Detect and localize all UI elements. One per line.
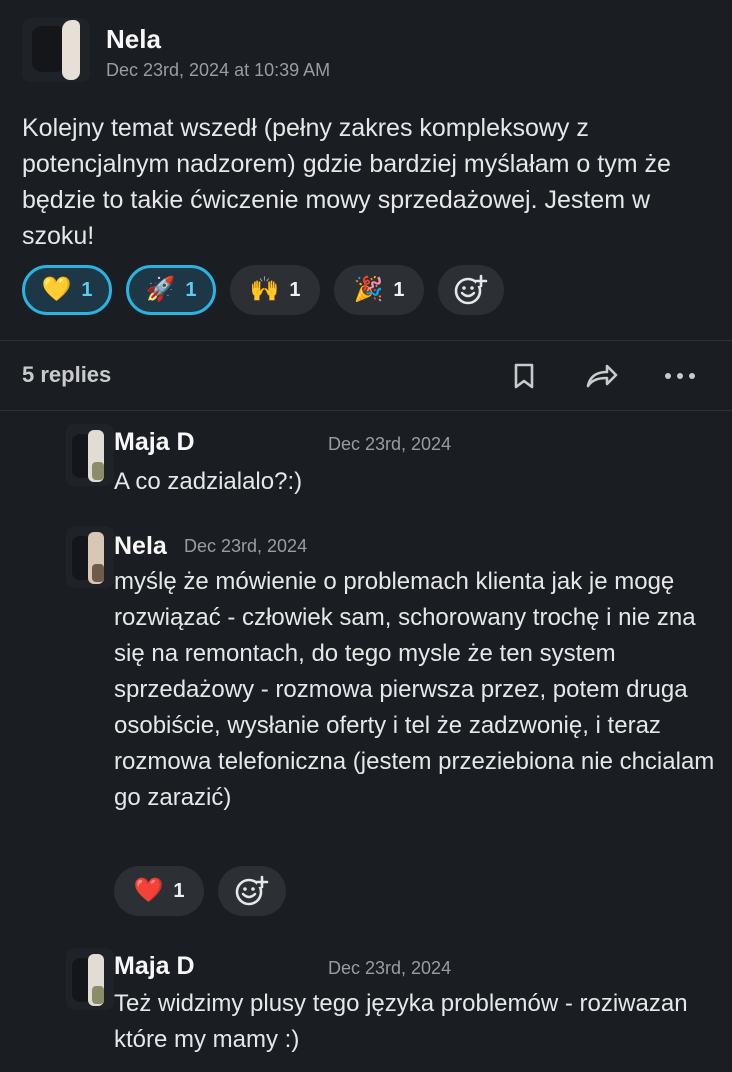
add-emoji-icon bbox=[235, 875, 269, 906]
reply-timestamp[interactable]: Dec 23rd, 2024 bbox=[328, 434, 451, 455]
replies-count-link[interactable]: 5 replies bbox=[22, 362, 111, 388]
rocket-emoji: 🚀 bbox=[145, 276, 176, 303]
reply-author[interactable]: Maja D bbox=[114, 952, 195, 981]
reaction-raised-hands[interactable]: 🙌 1 bbox=[230, 265, 320, 315]
reply-text: myślę że mówienie o problemach klienta j… bbox=[114, 568, 715, 811]
reply-timestamp[interactable]: Dec 23rd, 2024 bbox=[328, 958, 451, 979]
reply-avatar[interactable] bbox=[66, 948, 114, 1010]
reaction-count: 1 bbox=[173, 879, 185, 902]
reaction-bar: 💛 1 🚀 1 🙌 1 🎉 1 bbox=[22, 265, 504, 315]
reaction-party-popper[interactable]: 🎉 1 bbox=[334, 265, 424, 315]
reaction-rocket[interactable]: 🚀 1 bbox=[126, 265, 216, 315]
reply-timestamp[interactable]: Dec 23rd, 2024 bbox=[184, 536, 307, 557]
reply-reaction-bar: ❤️ 1 bbox=[114, 866, 286, 916]
yellow-heart-emoji: 💛 bbox=[41, 276, 72, 303]
reaction-count: 1 bbox=[289, 278, 301, 301]
reply-avatar[interactable] bbox=[66, 424, 114, 486]
bookmark-icon bbox=[514, 363, 534, 389]
message-author[interactable]: Nela bbox=[106, 24, 161, 55]
reply-text: A co zadzialalo?:) bbox=[114, 468, 303, 495]
reply-text: Też widzimy plusy tego języka problemów … bbox=[114, 990, 688, 1053]
reply-author[interactable]: Maja D bbox=[114, 428, 195, 457]
reaction-count: 1 bbox=[185, 278, 197, 301]
add-reaction-button[interactable] bbox=[438, 265, 504, 315]
share-icon bbox=[586, 364, 618, 388]
reaction-red-heart[interactable]: ❤️ 1 bbox=[114, 866, 204, 916]
divider bbox=[0, 340, 732, 341]
author-avatar[interactable] bbox=[22, 18, 90, 82]
reaction-count: 1 bbox=[393, 278, 405, 301]
red-heart-emoji: ❤️ bbox=[133, 877, 164, 904]
add-reaction-button[interactable] bbox=[218, 866, 286, 916]
reaction-yellow-heart[interactable]: 💛 1 bbox=[22, 265, 112, 315]
raised-hands-emoji: 🙌 bbox=[249, 276, 280, 303]
message-timestamp[interactable]: Dec 23rd, 2024 at 10:39 AM bbox=[106, 60, 330, 81]
add-emoji-icon bbox=[454, 274, 488, 305]
message-text: Kolejny temat wszedł (pełny zakres kompl… bbox=[22, 114, 671, 250]
reply-author[interactable]: Nela bbox=[114, 532, 167, 561]
divider bbox=[0, 410, 732, 411]
reaction-count: 1 bbox=[81, 278, 93, 301]
bookmark-button[interactable] bbox=[504, 358, 544, 394]
share-button[interactable] bbox=[582, 358, 622, 394]
party-popper-emoji: 🎉 bbox=[353, 276, 384, 303]
reply-avatar[interactable] bbox=[66, 526, 114, 588]
more-icon bbox=[665, 373, 695, 379]
more-actions-button[interactable] bbox=[660, 358, 700, 394]
